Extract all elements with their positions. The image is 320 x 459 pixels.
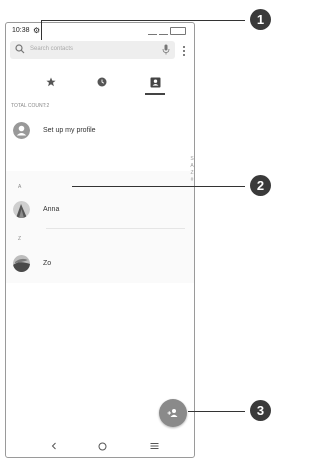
clock-icon	[97, 77, 107, 87]
callout-leader-3	[188, 411, 245, 412]
navigation-bar	[6, 435, 194, 457]
status-time: 10:38	[12, 27, 30, 34]
profile-avatar-icon	[13, 122, 30, 139]
contact-row-zo[interactable]: Zo	[13, 255, 51, 272]
index-letter[interactable]: #	[189, 177, 194, 184]
index-letter[interactable]: S	[189, 156, 194, 163]
add-person-icon	[167, 409, 178, 417]
set-up-profile-row[interactable]: Set up my profile	[13, 122, 96, 139]
search-icon	[15, 44, 25, 54]
alphabet-index[interactable]: S A Z #	[189, 156, 194, 184]
search-bar[interactable]: Search contacts	[10, 41, 175, 59]
section-header-a: A	[18, 184, 22, 190]
index-letter[interactable]: A	[189, 163, 194, 170]
contact-name: Anna	[43, 206, 60, 213]
more-options-icon[interactable]	[181, 44, 187, 58]
star-icon	[46, 77, 56, 87]
home-icon[interactable]	[95, 439, 109, 453]
tab-recents[interactable]	[91, 73, 113, 91]
back-icon[interactable]	[47, 439, 61, 453]
status-bar: 10:38 ⚙	[6, 23, 194, 39]
contact-row-anna[interactable]: Anna	[13, 201, 59, 218]
recent-apps-icon[interactable]	[147, 439, 161, 453]
gear-icon: ⚙	[33, 26, 41, 35]
callout-badge-2: 2	[250, 175, 271, 196]
callout-badge-1: 1	[250, 9, 271, 30]
contact-name: Zo	[43, 260, 52, 267]
add-contact-button[interactable]	[159, 399, 187, 427]
status-icons	[148, 27, 186, 35]
avatar	[13, 201, 30, 218]
microphone-icon[interactable]	[162, 44, 170, 55]
total-count: TOTAL COUNT:2	[11, 103, 50, 109]
callout-badge-3: 3	[250, 400, 271, 421]
index-letter[interactable]: Z	[189, 170, 194, 177]
profile-label: Set up my profile	[43, 127, 96, 134]
search-placeholder[interactable]: Search contacts	[30, 46, 73, 52]
callout-leader-1	[41, 20, 42, 40]
phone-screen: 10:38 ⚙ Search contacts TOTAL COUNT:2 Se…	[5, 22, 195, 458]
wifi-icon	[159, 28, 168, 35]
section-header-z: Z	[18, 236, 22, 242]
contacts-icon	[150, 77, 160, 87]
avatar	[13, 255, 30, 272]
tab-favorites[interactable]	[40, 73, 62, 91]
callout-leader-1	[41, 20, 245, 21]
signal-icon	[148, 28, 157, 35]
divider	[46, 228, 185, 229]
tab-bar	[6, 71, 194, 95]
battery-icon	[170, 27, 186, 35]
callout-leader-2	[72, 186, 245, 187]
tab-contacts[interactable]	[144, 73, 166, 95]
